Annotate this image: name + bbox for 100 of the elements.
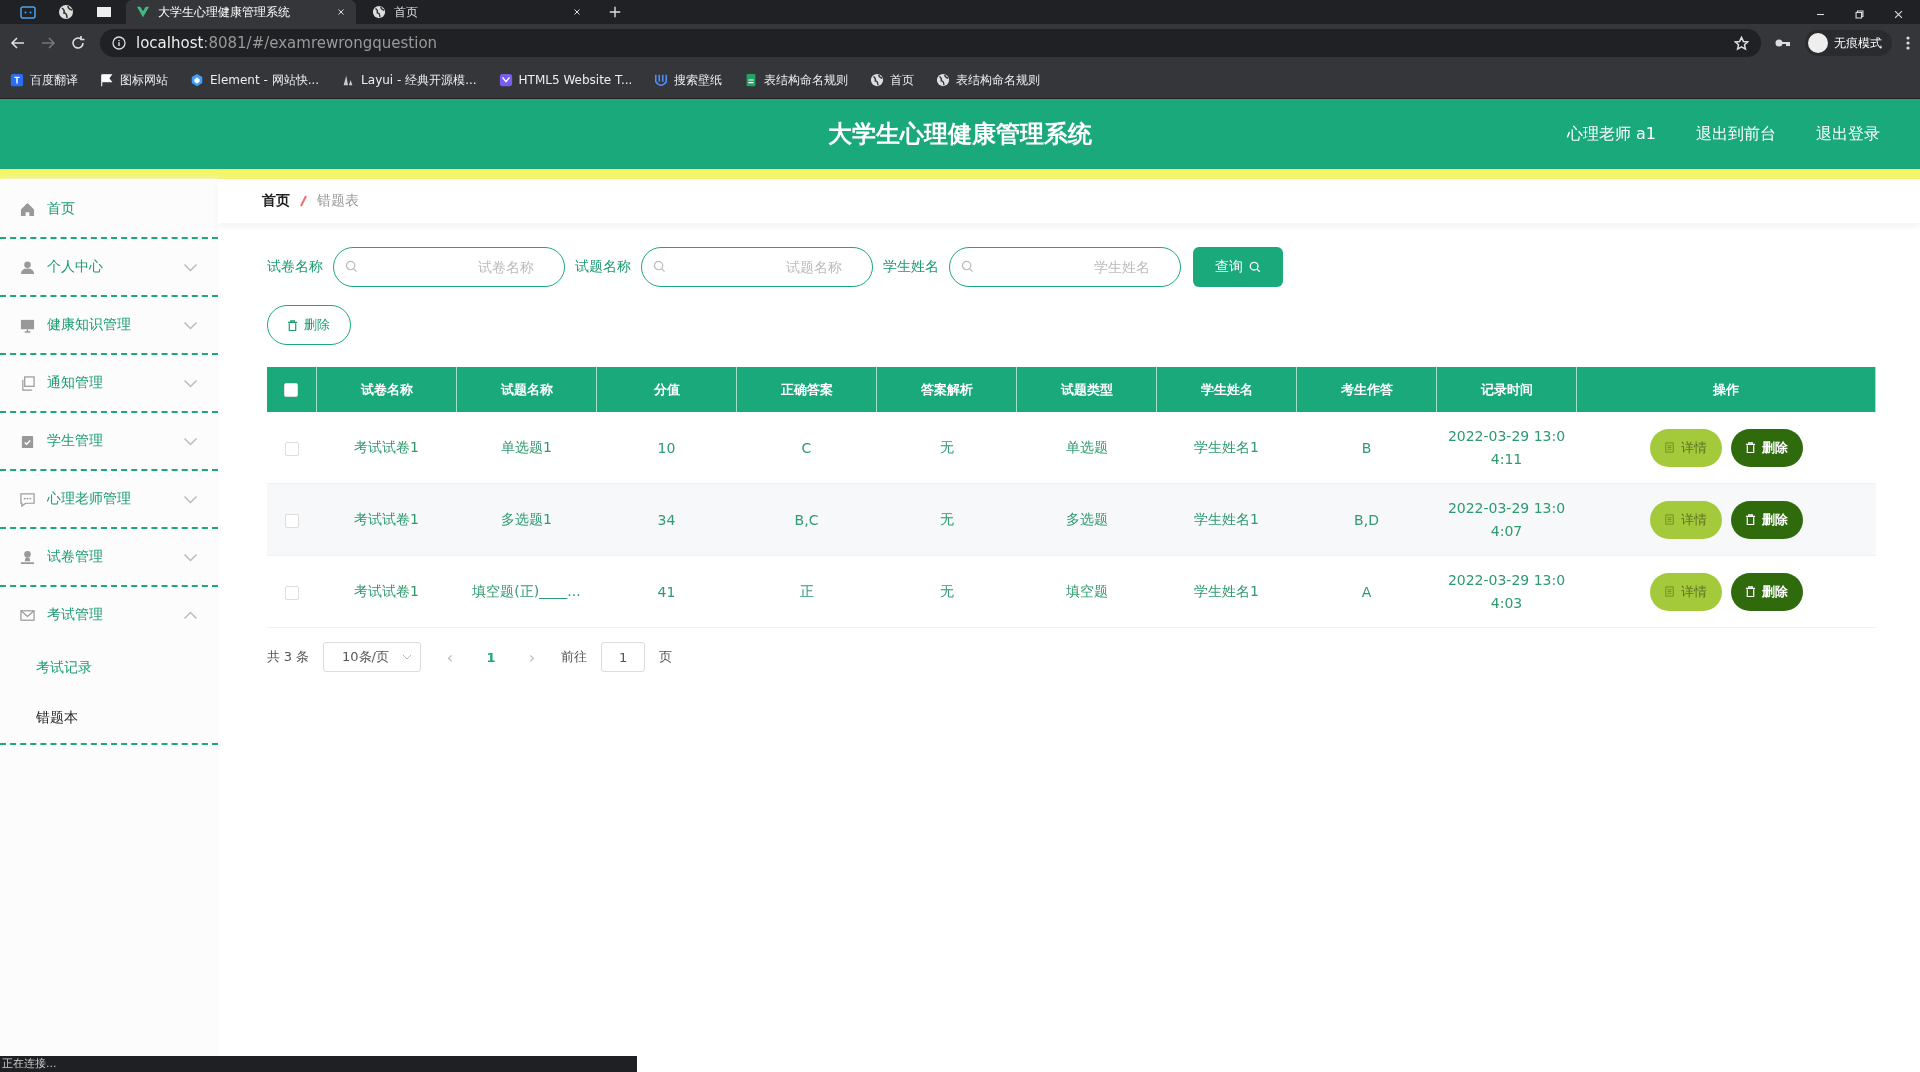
table-cell: C [736, 412, 877, 484]
reload-icon[interactable] [70, 35, 86, 51]
filter-label: 学生姓名 [882, 258, 939, 276]
url-text: localhost:8081/#/examrewrongquestion [136, 34, 439, 52]
bookmark[interactable]: Layui - 经典开源模... [341, 71, 477, 89]
bookmark-icon [10, 73, 24, 87]
breadcrumb-current: 错题表 [316, 192, 359, 210]
user-icon [20, 259, 35, 275]
profile-button[interactable]: 无痕模式 [1805, 30, 1892, 56]
sidebar-subitem[interactable]: 错题本 [0, 693, 218, 743]
search-field[interactable]: 试卷名称 [332, 247, 565, 287]
table-cell: 考试试卷1 [316, 412, 457, 484]
table-cell: 无 [876, 412, 1017, 484]
close-icon[interactable] [336, 7, 346, 17]
column-header: 学生姓名 [1156, 367, 1297, 412]
table-cell: 填空题 [1016, 555, 1157, 628]
table-cell: B [1296, 412, 1437, 484]
column-header: 试题类型 [1016, 367, 1157, 412]
delete-button[interactable]: 删除 [266, 305, 351, 345]
checkbox[interactable] [284, 513, 299, 528]
close-icon[interactable] [572, 7, 582, 17]
back-icon[interactable] [10, 35, 26, 51]
bookmark[interactable]: 图标网站 [100, 71, 168, 89]
app-title: 大学生心理健康管理系统 [828, 119, 1092, 150]
search-field[interactable]: 学生姓名 [948, 247, 1181, 287]
table-cell: 2022-03-29 13:04:07 [1436, 483, 1577, 556]
stamp-icon [20, 549, 35, 565]
checkbox[interactable] [284, 585, 299, 600]
table-cell: 学生姓名1 [1156, 555, 1297, 628]
checkbox[interactable] [284, 441, 299, 456]
search-icon [344, 260, 358, 273]
table-cell: 2022-03-29 13:04:11 [1436, 412, 1577, 484]
trash-icon [1745, 442, 1756, 453]
page-input[interactable]: 1 [601, 642, 646, 672]
table-cell: 正 [736, 555, 877, 628]
globe-icon [372, 5, 386, 19]
clipboard-icon [20, 433, 35, 449]
forward-icon[interactable] [40, 35, 56, 51]
table-cell: 无 [876, 555, 1017, 628]
trash-icon [1745, 514, 1756, 525]
bookmark-icon [190, 73, 204, 87]
table-cell: 填空题(正)____... [456, 555, 597, 628]
delete-button[interactable]: 删除 [1730, 500, 1803, 539]
globe-icon[interactable] [58, 4, 74, 20]
chat-icon [20, 491, 35, 507]
trash-icon [287, 319, 298, 331]
window-icon[interactable] [96, 4, 112, 20]
bookmark[interactable]: 首页 [870, 71, 915, 89]
bookmark[interactable]: 表结构命名规则 [936, 71, 1041, 89]
bookmark[interactable]: Element - 网站快... [190, 71, 320, 89]
close-icon[interactable] [1893, 9, 1904, 20]
page-suffix: 页 [659, 648, 673, 666]
monitor-icon [20, 317, 35, 333]
delete-button[interactable]: 删除 [1730, 572, 1803, 611]
browser-tab[interactable]: 大学生心理健康管理系统 [126, 0, 356, 24]
bookmark[interactable]: 搜索壁纸 [654, 71, 723, 89]
breadcrumb-link[interactable]: 首页 [261, 192, 290, 210]
trash-icon [1745, 586, 1756, 597]
table-cell: 学生姓名1 [1156, 483, 1297, 556]
bookmark-icon [498, 73, 513, 87]
bookmark[interactable]: 百度翻译 [10, 71, 78, 89]
filter-label: 试卷名称 [266, 258, 323, 276]
mail-icon [20, 607, 35, 623]
breadcrumb-separator [299, 195, 307, 207]
sidebar-subitem[interactable]: 考试记录 [0, 643, 218, 693]
restore-icon[interactable] [1854, 9, 1865, 20]
table-cell: 10 [596, 412, 737, 484]
star-icon[interactable] [1734, 35, 1749, 51]
total-count: 共 3 条 [266, 648, 310, 666]
table-cell: 考试试卷1 [316, 555, 457, 628]
chevron-down-icon [402, 654, 413, 660]
copy-icon [20, 375, 35, 391]
bookmark-icon [870, 73, 885, 87]
table-cell: 多选题 [1016, 483, 1157, 556]
search-field[interactable]: 试题名称 [640, 247, 873, 287]
bookmark[interactable]: HTML5 Website T... [498, 73, 633, 87]
table-cell: 34 [596, 483, 737, 556]
app-icon[interactable] [20, 4, 36, 20]
menu-icon[interactable] [1906, 35, 1910, 51]
column-header: 分值 [596, 367, 737, 412]
column-header: 试题名称 [456, 367, 597, 412]
column-header: 正确答案 [736, 367, 877, 412]
document-icon [1664, 442, 1675, 453]
table-cell: 2022-03-29 13:04:03 [1436, 555, 1577, 628]
table-cell: 多选题1 [456, 483, 597, 556]
column-header: 答案解析 [876, 367, 1017, 412]
page-size-select[interactable]: 10条/页 [323, 642, 422, 672]
table-cell: 单选题 [1016, 412, 1157, 484]
checkbox[interactable] [284, 383, 299, 398]
search-icon [1248, 261, 1261, 273]
browser-tab[interactable]: 首页 [362, 0, 592, 24]
address-bar[interactable]: localhost:8081/#/examrewrongquestion [100, 29, 1761, 57]
sidebar-item[interactable]: 考试管理 [0, 587, 218, 643]
new-tab-icon[interactable] [608, 5, 622, 19]
key-icon[interactable] [1775, 38, 1791, 48]
column-header: 考生作答 [1296, 367, 1437, 412]
info-icon[interactable] [112, 36, 126, 50]
delete-button[interactable]: 删除 [1730, 428, 1803, 467]
table-cell: B,C [736, 483, 877, 556]
bookmark[interactable]: 表结构命名规则 [744, 71, 849, 89]
